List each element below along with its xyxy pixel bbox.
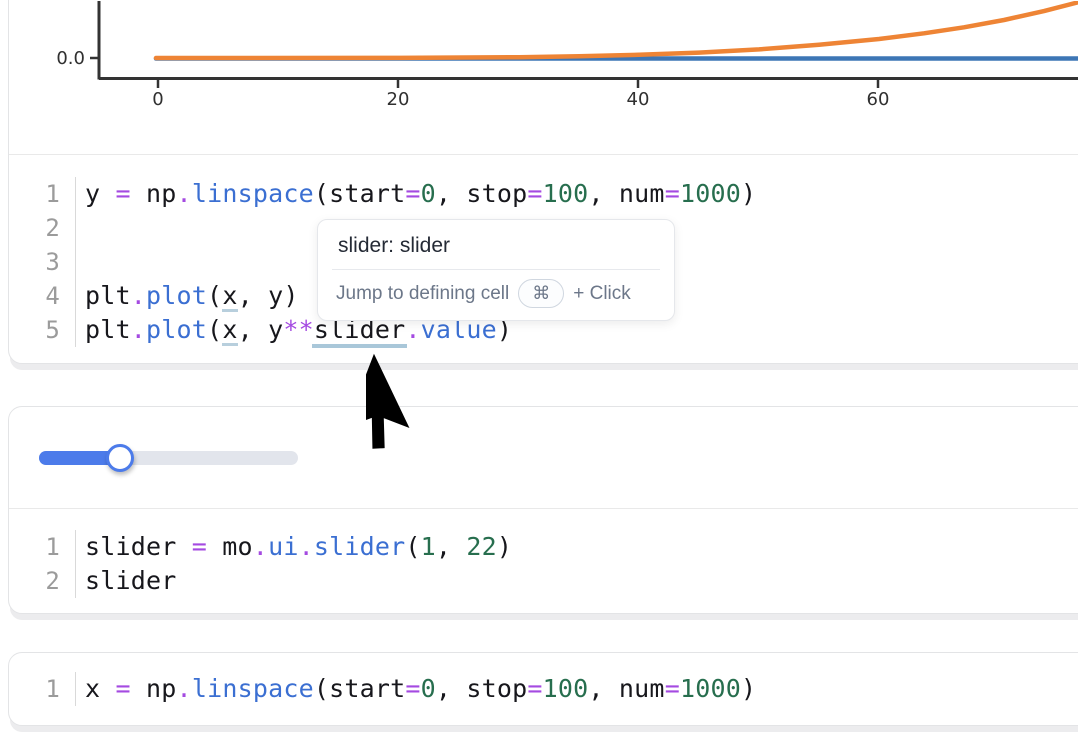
code-text: y = np.linspace(start=0, stop=100, num=1… — [76, 177, 756, 211]
notebook-page: { "chart_data": { "type": "line", "title… — [0, 0, 1078, 746]
matplotlib-plot: 0.0 0 20 40 60 — [9, 1, 1078, 154]
code-editor[interactable]: 1slider = mo.ui.slider(1, 22)2slider — [9, 509, 1078, 614]
code-text: slider = mo.ui.slider(1, 22) — [76, 530, 512, 564]
code-line[interactable]: 1x = np.linspace(start=0, stop=100, num=… — [9, 672, 1078, 706]
tooltip-click-hint: + Click — [573, 283, 631, 305]
code-text — [76, 245, 100, 279]
mouse-cursor-icon — [366, 349, 476, 464]
line-number: 2 — [9, 211, 76, 245]
series-line-orange — [156, 1, 1078, 58]
code-editor[interactable]: 1x = np.linspace(start=0, stop=100, num=… — [9, 653, 1078, 725]
notebook-cell-slider: 1slider = mo.ui.slider(1, 22)2slider — [8, 406, 1078, 614]
code-text: slider — [76, 564, 177, 598]
code-text — [76, 211, 100, 245]
line-number: 2 — [9, 564, 76, 598]
notebook-cell-x: 1x = np.linspace(start=0, stop=100, num=… — [8, 652, 1078, 726]
code-line[interactable]: 2slider — [9, 564, 1078, 598]
variable-tooltip: slider: slider Jump to defining cell ⌘ +… — [317, 219, 675, 321]
code-text: plt.plot(x, y) — [76, 279, 299, 313]
x-tick-label: 60 — [867, 89, 890, 110]
code-text: x = np.linspace(start=0, stop=100, num=1… — [76, 672, 756, 706]
line-number: 4 — [9, 279, 76, 313]
slider-track[interactable] — [39, 451, 298, 465]
y-tick-label: 0.0 — [56, 48, 85, 69]
x-tick-label: 40 — [627, 89, 650, 110]
slider-handle[interactable] — [106, 444, 134, 472]
command-key-icon: ⌘ — [518, 279, 564, 308]
line-number: 1 — [9, 530, 76, 564]
line-number: 1 — [9, 177, 76, 211]
line-number: 3 — [9, 245, 76, 279]
code-line[interactable]: 1y = np.linspace(start=0, stop=100, num=… — [9, 177, 1078, 211]
line-number: 5 — [9, 313, 76, 347]
tooltip-action-label: Jump to defining cell — [336, 283, 509, 305]
code-line[interactable]: 1slider = mo.ui.slider(1, 22) — [9, 530, 1078, 564]
x-tick-label: 0 — [152, 89, 163, 110]
line-number: 1 — [9, 672, 76, 706]
x-tick-label: 20 — [387, 89, 410, 110]
tooltip-title: slider: slider — [318, 220, 674, 269]
